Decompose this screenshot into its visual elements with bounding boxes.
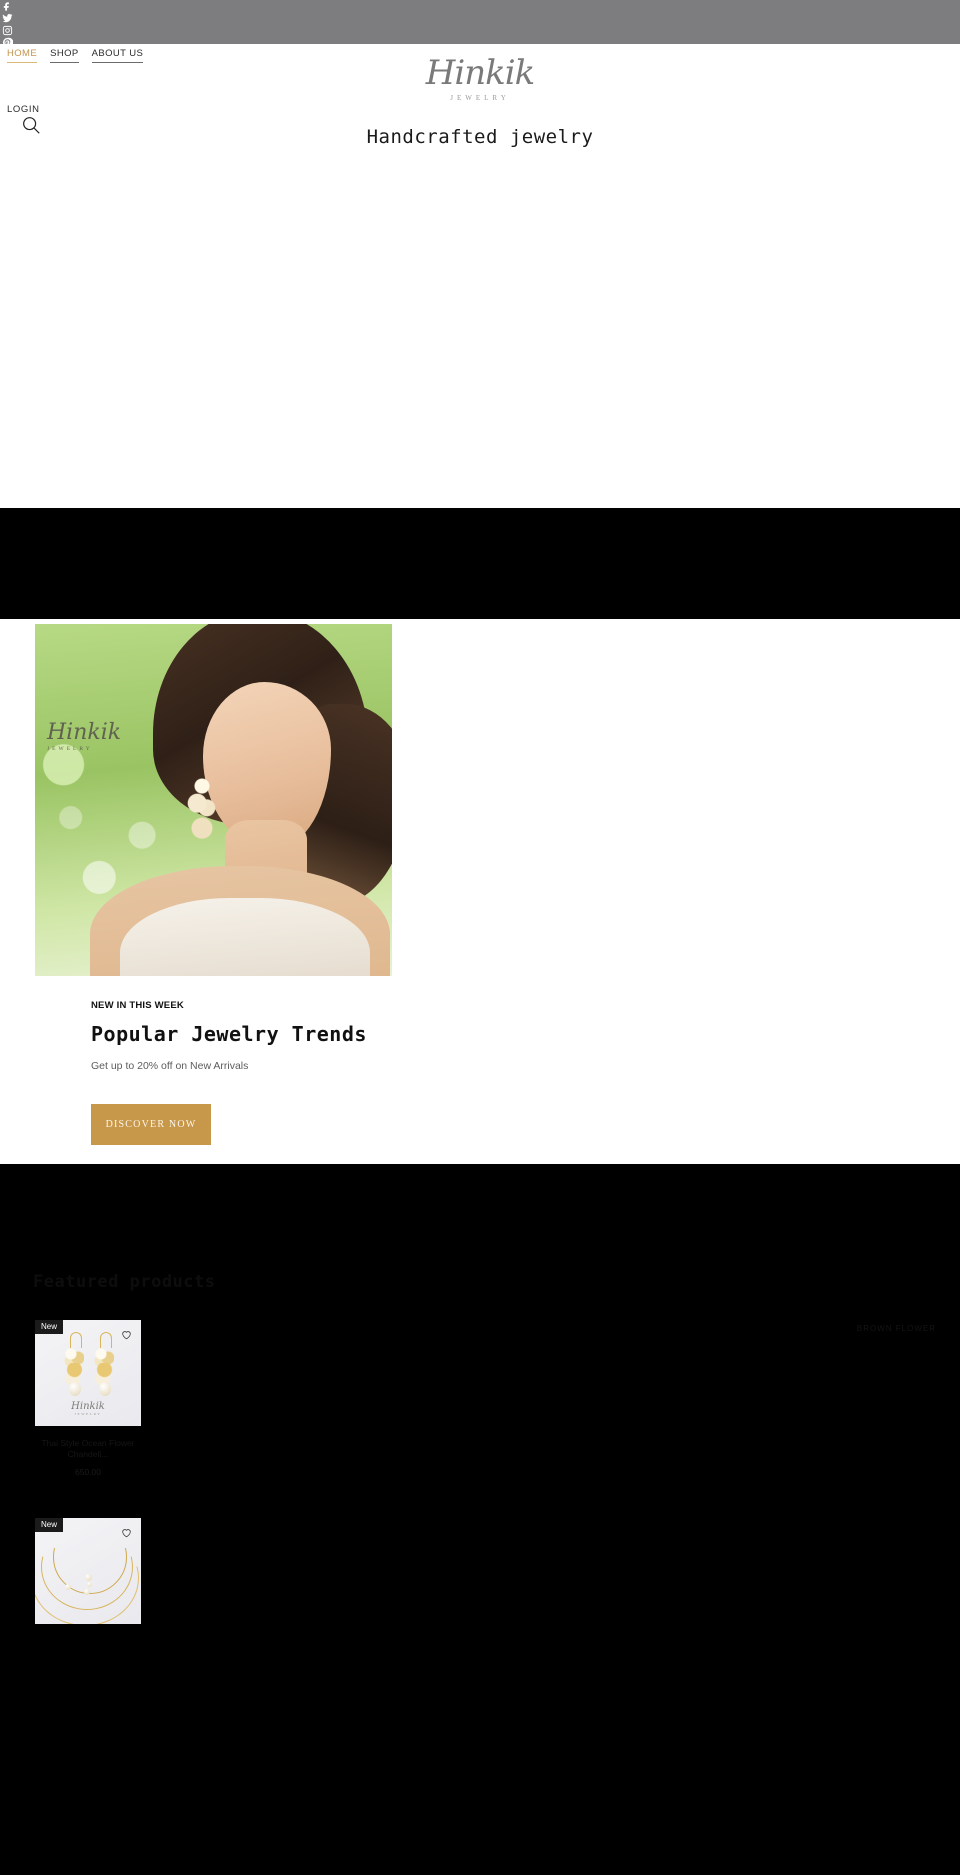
logo-subtitle: JEWELRY	[450, 94, 510, 102]
heart-icon[interactable]	[120, 1328, 133, 1341]
earring-right-art	[91, 1332, 117, 1406]
thumbnail-logo: Hinkik JEWELRY	[71, 1401, 105, 1416]
pinterest-icon[interactable]	[2, 37, 13, 48]
hero-tagline: Handcrafted jewelry	[366, 126, 594, 148]
section-subtitle: Get up to 20% off on New Arrivals	[91, 1060, 249, 1072]
featured-filter-label[interactable]: BROWN FLOWER	[857, 1324, 936, 1333]
product-thumbnail[interactable]: New Hinkik JEWELRY	[35, 1320, 141, 1426]
facebook-icon[interactable]	[2, 1, 13, 12]
section-eyebrow: NEW IN THIS WEEK	[91, 1000, 184, 1011]
section-title: Popular Jewelry Trends	[91, 1022, 367, 1046]
divider-band	[0, 508, 960, 619]
product-card[interactable]: New	[35, 1518, 141, 1636]
nav-item-home[interactable]: HOME	[7, 48, 38, 63]
featured-title: Featured products	[33, 1272, 216, 1292]
twitter-icon[interactable]	[1, 13, 13, 24]
earring-left-art	[61, 1332, 87, 1406]
product-card[interactable]: New Hinkik JEWELRY Thai Style Ocean Flow…	[35, 1320, 141, 1477]
top-bar	[0, 0, 960, 44]
featured-products-section: Featured products BROWN FLOWER New Hinki…	[0, 1164, 960, 1875]
new-in-this-week-section: Hinkik JEWELRY NEW IN THIS WEEK Popular …	[0, 619, 960, 1164]
main-navigation: HOME SHOP ABOUT US	[0, 44, 960, 66]
status-badge: New	[35, 1518, 64, 1532]
heart-icon[interactable]	[120, 1526, 133, 1539]
product-name[interactable]: Thai Style Ocean Flower Chandeli...	[35, 1438, 141, 1460]
nav-item-about-us[interactable]: ABOUT US	[91, 48, 144, 63]
social-links	[0, 0, 14, 48]
photo-logo-overlay: Hinkik JEWELRY	[47, 720, 122, 752]
model-earring	[187, 772, 217, 850]
model-photo: Hinkik JEWELRY	[35, 624, 392, 976]
product-price: 650.00	[75, 1467, 101, 1477]
product-thumbnail[interactable]: New	[35, 1518, 141, 1624]
discover-now-button[interactable]: DISCOVER NOW	[91, 1104, 211, 1145]
nav-item-shop[interactable]: SHOP	[50, 48, 79, 63]
instagram-icon[interactable]	[2, 25, 13, 36]
page-root: HOME SHOP ABOUT US Hinkik JEWELRY LOGIN …	[0, 0, 960, 1875]
status-badge: New	[35, 1320, 64, 1334]
